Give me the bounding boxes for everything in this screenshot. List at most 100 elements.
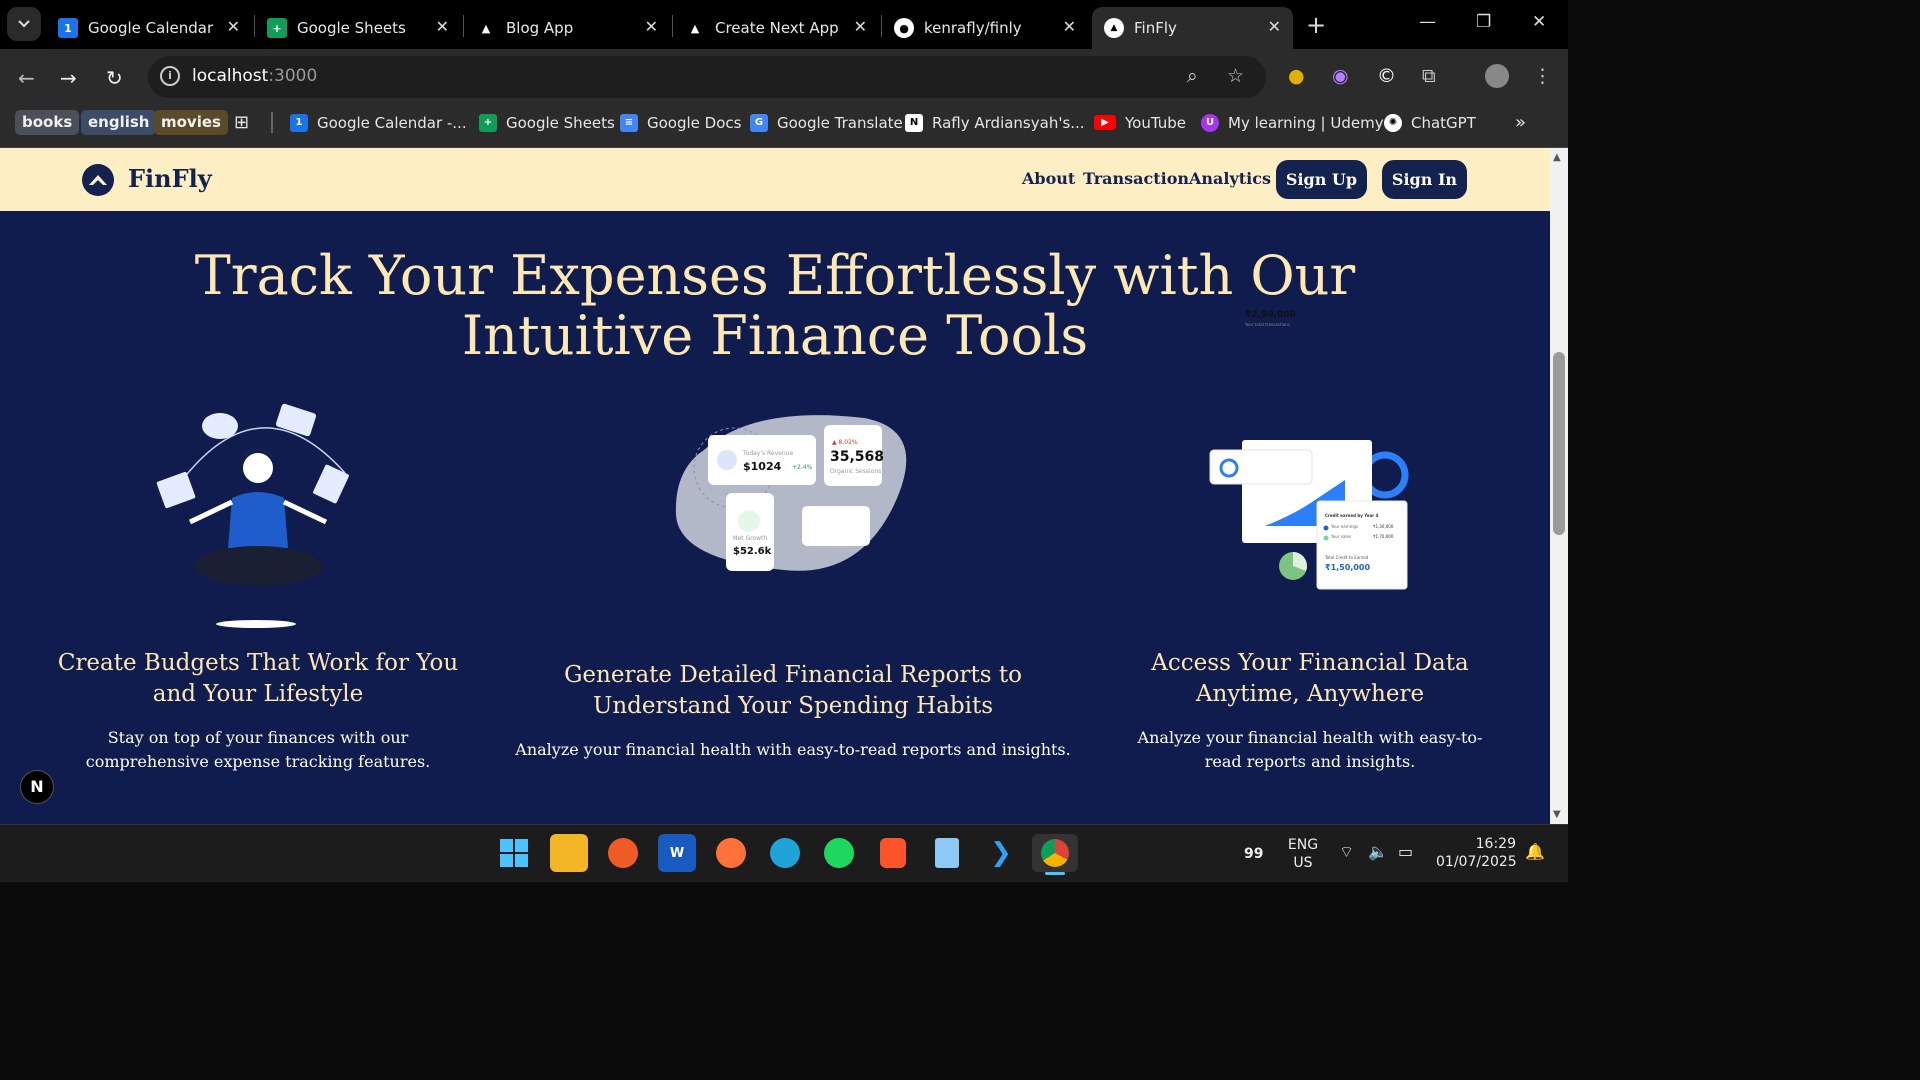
total-credit-value: ₹1,50,000 xyxy=(1325,563,1371,572)
restore-icon[interactable]: ❐ xyxy=(1476,12,1491,32)
tab-blog-app[interactable]: ▲ Blog App ✕ xyxy=(464,7,670,49)
bookmark-google-translate[interactable]: G Google Translate xyxy=(750,110,903,135)
sessions-label: Organic Sessions xyxy=(830,468,882,475)
bookmark-notion[interactable]: N Rafly Ardiansyah's... xyxy=(905,110,1085,135)
bookmark-youtube[interactable]: ▶ YouTube xyxy=(1094,110,1186,135)
sign-up-button[interactable]: Sign Up xyxy=(1276,160,1367,199)
scroll-up-icon[interactable]: ▲ xyxy=(1553,152,1561,163)
firefox-icon[interactable] xyxy=(712,834,750,872)
site-info-icon[interactable]: i xyxy=(160,66,180,86)
tab-title: Create Next App xyxy=(715,19,839,37)
credit-title: Credit earned by Year 4 xyxy=(1325,513,1379,518)
extensions-puzzle-icon[interactable]: ⧉ xyxy=(1422,65,1436,87)
window-close-icon[interactable]: ✕ xyxy=(1532,12,1546,32)
tab-google-sheets[interactable]: + Google Sheets ✕ xyxy=(255,7,461,49)
nav-transaction[interactable]: Transaction xyxy=(1083,169,1189,188)
brave-icon[interactable] xyxy=(874,834,912,872)
nextjs-dev-indicator[interactable]: N xyxy=(20,770,54,804)
tab-create-next-app[interactable]: ▲ Create Next App ✕ xyxy=(673,7,879,49)
chevron-down-icon xyxy=(18,20,30,28)
close-icon[interactable]: ✕ xyxy=(1063,17,1076,36)
forward-icon[interactable]: → xyxy=(60,66,77,90)
google-translate-icon: G xyxy=(750,113,768,132)
total-transactions-label: Your total transactions xyxy=(1245,322,1290,327)
scroll-down-icon[interactable]: ▼ xyxy=(1553,809,1561,820)
active-app-indicator xyxy=(1045,872,1065,875)
tab-title: Google Calendar - xyxy=(88,19,216,37)
zoom-icon[interactable]: ⌕ xyxy=(1187,65,1198,87)
tab-finfly[interactable]: ▲ FinFly ✕ xyxy=(1092,7,1293,49)
scrollbar-thumb[interactable] xyxy=(1553,352,1565,535)
bookmark-google-sheets[interactable]: + Google Sheets xyxy=(479,110,615,135)
sign-in-button[interactable]: Sign In xyxy=(1382,160,1467,199)
brand-name[interactable]: FinFly xyxy=(128,164,212,193)
spotify-icon[interactable] xyxy=(820,834,858,872)
tray-badge-count[interactable]: 99 xyxy=(1244,845,1263,863)
profile-avatar[interactable] xyxy=(1485,64,1509,88)
youtube-icon: ▶ xyxy=(1094,115,1116,130)
battery-icon[interactable]: ▭ xyxy=(1398,843,1413,861)
page-viewport: FinFly About Transaction Analytics Sign … xyxy=(0,148,1550,824)
close-icon[interactable]: ✕ xyxy=(227,17,240,36)
vscode-icon[interactable]: ❯ xyxy=(982,834,1020,872)
earnings-value: ₹1,30,000 xyxy=(1373,524,1394,529)
tab-search-button[interactable] xyxy=(7,7,41,41)
clock[interactable]: 16:29 01/07/2025 xyxy=(1436,835,1517,871)
bookmark-chatgpt[interactable]: ✺ ChatGPT xyxy=(1384,110,1476,135)
extension-coins-icon[interactable]: ● xyxy=(1288,65,1305,87)
chrome-icon[interactable] xyxy=(1032,834,1078,872)
close-icon[interactable]: ✕ xyxy=(436,17,449,36)
bookmark-google-docs[interactable]: ≡ Google Docs xyxy=(620,110,741,135)
feature-access-description: Analyze your financial health with easy-… xyxy=(1137,728,1483,771)
close-icon[interactable]: ✕ xyxy=(645,17,658,36)
file-explorer-icon[interactable] xyxy=(550,834,588,872)
back-icon[interactable]: ← xyxy=(18,66,35,90)
minimize-icon[interactable]: — xyxy=(1419,12,1436,32)
reload-icon[interactable]: ↻ xyxy=(106,66,123,90)
volume-icon[interactable]: 🔈 xyxy=(1368,843,1388,861)
bookmark-folder-movies[interactable]: movies xyxy=(154,110,228,135)
chatgpt-icon: ✺ xyxy=(1384,113,1402,132)
google-docs-icon: ≡ xyxy=(620,113,638,132)
nav-analytics[interactable]: Analytics xyxy=(1189,169,1271,188)
reports-illustration xyxy=(675,415,907,571)
google-sheets-icon: + xyxy=(267,18,287,38)
close-icon[interactable]: ✕ xyxy=(1268,17,1281,36)
edge-icon[interactable] xyxy=(766,834,804,872)
tab-title: FinFly xyxy=(1134,19,1177,37)
notepad-icon[interactable] xyxy=(928,834,966,872)
bookmarks-overflow-icon[interactable]: » xyxy=(1515,110,1526,135)
growth-label: Net Growth xyxy=(733,535,768,542)
extension-brain-icon[interactable]: ◉ xyxy=(1332,65,1349,87)
udemy-icon: U xyxy=(1201,113,1219,132)
windows-start-icon[interactable] xyxy=(495,834,533,872)
bookmark-google-calendar[interactable]: 1 Google Calendar -... xyxy=(290,110,467,135)
sessions-delta: ▲ 8.02% xyxy=(832,439,858,446)
wifi-icon[interactable]: ⌔ xyxy=(1339,843,1354,861)
extension-grammarly-icon[interactable]: © xyxy=(1377,65,1396,87)
bookmark-udemy[interactable]: U My learning | Udemy xyxy=(1201,110,1384,135)
new-tab-icon[interactable]: + xyxy=(1306,11,1326,39)
tab-google-calendar[interactable]: 1 Google Calendar - ✕ xyxy=(46,7,252,49)
tab-github[interactable]: ● kenrafly/finly ✕ xyxy=(882,7,1088,49)
total-transactions-value: ₹2,90,000 xyxy=(1245,310,1296,320)
notification-icon[interactable]: 🔔 xyxy=(1525,843,1545,861)
finfly-logo-icon[interactable] xyxy=(82,164,114,196)
feature-access-title: Access Your Financial Data Anytime, Anyw… xyxy=(1151,650,1469,707)
bookmark-folder-english[interactable]: english xyxy=(81,110,157,135)
apps-grid-icon[interactable]: ⊞ xyxy=(234,110,249,135)
feature-reports-title: Generate Detailed Financial Reports to U… xyxy=(564,662,1022,719)
bookmark-folder-books[interactable]: books xyxy=(15,110,80,135)
sales-value: ₹1,70,000 xyxy=(1373,534,1394,539)
word-icon[interactable]: W xyxy=(658,834,696,872)
url-text[interactable]: localhost:3000 xyxy=(192,66,317,86)
postman-icon[interactable] xyxy=(604,834,642,872)
tab-title: Blog App xyxy=(506,19,574,37)
close-icon[interactable]: ✕ xyxy=(854,17,867,36)
nav-about[interactable]: About xyxy=(1022,169,1075,188)
bookmark-star-icon[interactable]: ☆ xyxy=(1227,65,1244,87)
language-indicator[interactable]: ENG US xyxy=(1285,836,1321,872)
revenue-label: Today's Revenue xyxy=(743,450,794,457)
budget-illustration xyxy=(156,403,349,628)
menu-dots-icon[interactable]: ⋮ xyxy=(1533,65,1552,87)
